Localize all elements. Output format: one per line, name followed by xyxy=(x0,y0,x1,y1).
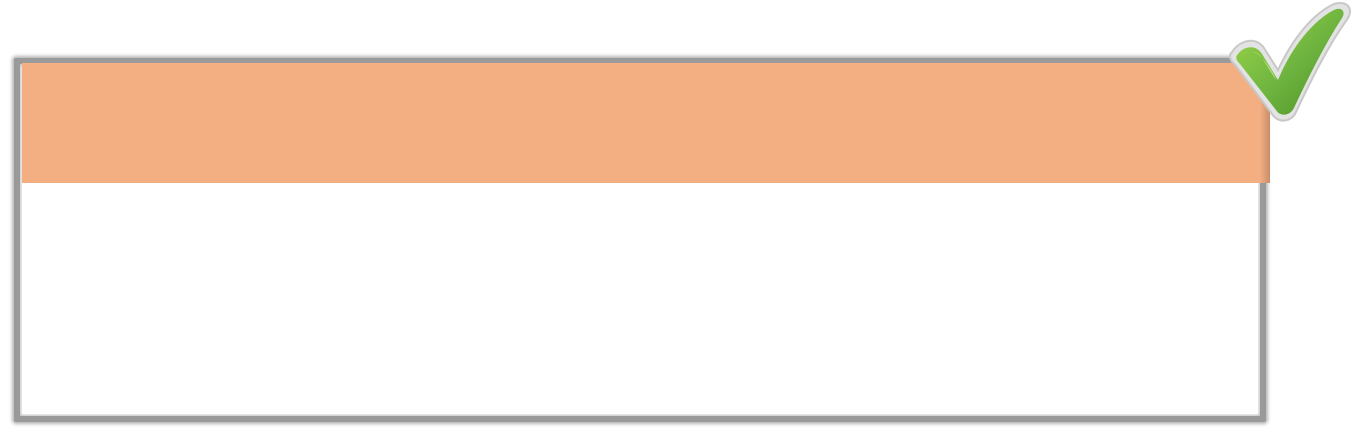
card-body xyxy=(22,183,1258,414)
canvas xyxy=(0,0,1354,439)
checkmark-icon xyxy=(1226,0,1354,124)
card-header-fill xyxy=(22,63,1270,183)
checkmark-fill xyxy=(1236,8,1344,115)
card-header-band xyxy=(22,63,1270,183)
